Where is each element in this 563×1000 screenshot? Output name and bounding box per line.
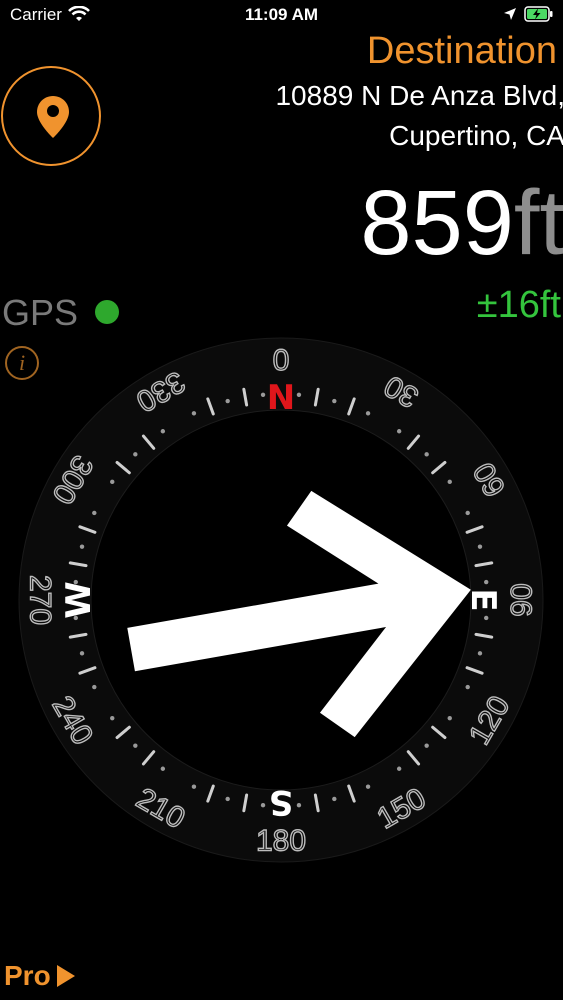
compass-degree-label: 90 — [506, 583, 539, 616]
compass-dot — [484, 615, 489, 621]
compass-degree-label: 180 — [256, 825, 306, 858]
distance-value: 859 — [360, 172, 514, 274]
compass-dot — [160, 766, 166, 771]
cardinal-w: W — [59, 581, 99, 619]
compass-dot — [365, 784, 371, 789]
compass-dot — [296, 392, 302, 397]
compass-dot — [110, 479, 115, 485]
status-bar: Carrier 11:09 AM — [0, 0, 563, 30]
set-destination-button[interactable] — [1, 66, 101, 166]
compass-dot — [133, 743, 138, 748]
destination-address-line1: 10889 N De Anza Blvd, — [275, 80, 563, 111]
battery-charging-icon — [524, 6, 554, 27]
compass-degree-label: 270 — [24, 575, 57, 625]
compass-dot — [424, 452, 429, 457]
compass-dot — [447, 479, 452, 485]
compass-dot — [465, 510, 470, 516]
pro-upgrade-button[interactable]: Pro — [4, 960, 75, 992]
compass-dot — [110, 715, 115, 721]
compass-dot — [396, 766, 402, 771]
map-pin-icon — [37, 96, 69, 138]
compass-dot — [477, 544, 483, 549]
compass-dot — [225, 796, 230, 802]
compass-dial: 0306090120150180210240270300330 NESW — [18, 337, 544, 863]
destination-address-line2: Cupertino, CA — [389, 120, 563, 151]
distance-unit: ft — [513, 172, 563, 274]
compass-dot — [447, 715, 452, 721]
play-triangle-icon — [56, 965, 75, 987]
cardinal-s: S — [269, 782, 294, 822]
compass-dot — [260, 392, 266, 397]
compass-dot — [191, 411, 197, 416]
compass-degree-label: 0 — [273, 343, 290, 376]
compass-dot — [465, 684, 470, 690]
compass-dot — [191, 784, 197, 789]
compass-dot — [92, 684, 97, 690]
compass-dot — [296, 803, 302, 808]
compass-dot — [79, 544, 85, 549]
compass-dot — [484, 579, 489, 585]
compass-dot — [332, 398, 337, 404]
location-arrow-icon — [503, 7, 517, 26]
clock-time: 11:09 AM — [244, 5, 319, 24]
compass-dot — [92, 510, 97, 516]
destination-title: Destination — [366, 30, 557, 72]
compass-dot — [424, 743, 429, 748]
compass-dot — [332, 796, 337, 802]
compass-dot — [79, 651, 85, 656]
compass-dot — [477, 651, 483, 656]
compass-dot — [225, 398, 230, 404]
cardinal-n: N — [267, 378, 295, 418]
compass-dot — [260, 803, 266, 808]
compass-dot — [133, 452, 138, 457]
pro-label: Pro — [4, 960, 51, 991]
compass-dot — [396, 429, 402, 434]
compass-dot — [160, 429, 166, 434]
compass-dot — [365, 411, 371, 416]
distance-readout: 859ft — [360, 168, 563, 278]
